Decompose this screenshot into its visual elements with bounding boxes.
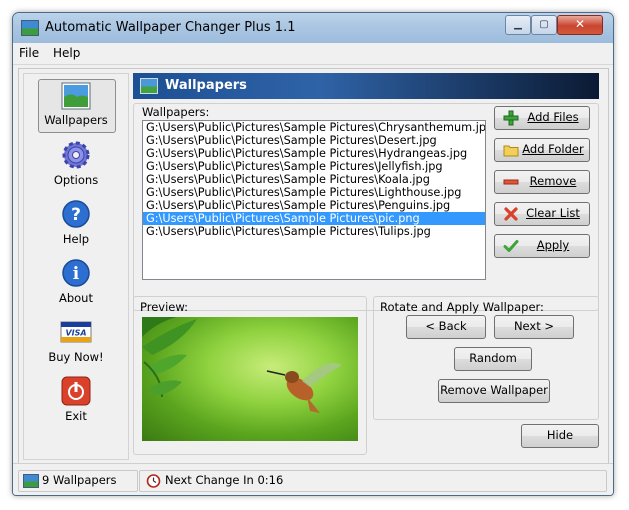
list-item[interactable]: G:\Users\Public\Pictures\Sample Pictures… — [143, 134, 485, 147]
sidebar-item-label: Help — [62, 232, 90, 246]
random-button[interactable]: Random — [454, 347, 532, 371]
svg-text:i: i — [73, 264, 80, 284]
wallpaper-preview-image — [142, 317, 358, 441]
help-icon: ? — [62, 200, 90, 228]
preview-group: Preview: — [133, 296, 367, 455]
menu-file[interactable]: File — [19, 46, 39, 60]
list-item[interactable]: G:\Users\Public\Pictures\Sample Pictures… — [143, 186, 485, 199]
clear-list-button[interactable]: Clear List — [494, 202, 590, 226]
remove-label: Remove — [529, 174, 577, 188]
clear-x-icon — [504, 207, 518, 221]
next-label: Next > — [513, 319, 555, 333]
add-folder-button[interactable]: Add Folder — [494, 138, 590, 162]
client-area: Wallpapers Options ? Help i About VISA B… — [18, 68, 609, 465]
landscape-icon — [140, 78, 158, 94]
next-button[interactable]: Next > — [494, 315, 574, 339]
random-label: Random — [469, 351, 517, 365]
hide-button[interactable]: Hide — [521, 424, 599, 448]
clock-icon — [146, 474, 161, 488]
status-timer-pane: Next Change In 0:16 — [139, 470, 607, 492]
remove-wallpaper-button[interactable]: Remove Wallpaper — [438, 379, 550, 403]
wallpapers-label: Wallpapers: — [142, 105, 210, 119]
sidebar-item-label: About — [58, 291, 93, 305]
checkmark-icon — [503, 240, 519, 252]
rotate-group: Rotate and Apply Wallpaper: < Back Next … — [373, 296, 599, 420]
list-item[interactable]: G:\Users\Public\Pictures\Sample Pictures… — [143, 121, 485, 134]
menu-help[interactable]: Help — [53, 46, 80, 60]
preview-label: Preview: — [140, 300, 189, 314]
list-item[interactable]: G:\Users\Public\Pictures\Sample Pictures… — [143, 147, 485, 160]
section-header: Wallpapers — [133, 73, 599, 99]
window-title: Automatic Wallpaper Changer Plus 1.1 — [45, 20, 296, 35]
sidebar-item-label: Exit — [65, 409, 87, 423]
app-icon — [21, 20, 39, 36]
remove-wallpaper-label: Remove Wallpaper — [440, 383, 548, 397]
list-item-selected[interactable]: G:\Users\Public\Pictures\Sample Pictures… — [143, 212, 485, 225]
maximize-button[interactable]: ▢ — [531, 15, 557, 35]
folder-icon — [503, 145, 519, 157]
add-files-button[interactable]: Add Files — [494, 106, 590, 130]
minimize-button[interactable]: ▁ — [505, 15, 531, 35]
wallpapers-group: Wallpapers: G:\Users\Public\Pictures\Sam… — [133, 103, 599, 311]
power-icon — [61, 376, 91, 406]
add-folder-label: Add Folder — [522, 142, 584, 156]
maximize-icon: ▢ — [539, 19, 549, 30]
sidebar-item-help[interactable]: ? Help — [24, 199, 128, 246]
sidebar-item-wallpapers[interactable]: Wallpapers — [24, 79, 128, 133]
minimize-icon: ▁ — [514, 19, 522, 30]
app-window: Automatic Wallpaper Changer Plus 1.1 ▁ ▢… — [12, 12, 614, 496]
close-button[interactable]: ✕ — [557, 15, 603, 35]
menu-bar: File Help — [13, 43, 613, 65]
sidebar-item-exit[interactable]: Exit — [24, 376, 128, 423]
sidebar: Wallpapers Options ? Help i About VISA B… — [23, 73, 129, 460]
list-item[interactable]: G:\Users\Public\Pictures\Sample Pictures… — [143, 225, 485, 238]
apply-label: Apply — [536, 238, 570, 252]
minus-icon — [503, 179, 519, 185]
back-button[interactable]: < Back — [406, 315, 486, 339]
status-count-pane: 9 Wallpapers — [18, 470, 138, 492]
sidebar-item-label: Wallpapers — [44, 113, 108, 127]
sidebar-item-buy-now[interactable]: VISA Buy Now! — [24, 317, 128, 364]
info-icon: i — [62, 259, 90, 287]
section-title: Wallpapers — [165, 78, 247, 93]
landscape-icon — [61, 82, 91, 110]
hide-label: Hide — [546, 428, 574, 442]
sidebar-item-label: Buy Now! — [48, 350, 104, 364]
svg-text:VISA: VISA — [65, 329, 86, 338]
apply-button[interactable]: Apply — [494, 234, 590, 258]
gear-icon — [62, 141, 90, 169]
landscape-icon — [23, 474, 39, 488]
next-change-text: Next Change In 0:16 — [165, 473, 284, 487]
wallpaper-list[interactable]: G:\Users\Public\Pictures\Sample Pictures… — [142, 120, 486, 280]
sidebar-item-about[interactable]: i About — [24, 258, 128, 305]
main-panel: Wallpapers Wallpapers: G:\Users\Public\P… — [133, 73, 603, 458]
list-item[interactable]: G:\Users\Public\Pictures\Sample Pictures… — [143, 173, 485, 186]
title-bar[interactable]: Automatic Wallpaper Changer Plus 1.1 ▁ ▢… — [13, 13, 613, 44]
sidebar-item-options[interactable]: Options — [24, 140, 128, 187]
list-item[interactable]: G:\Users\Public\Pictures\Sample Pictures… — [143, 199, 485, 212]
add-icon — [503, 110, 519, 126]
wallpaper-count: 9 Wallpapers — [42, 473, 117, 487]
sidebar-item-label: Options — [53, 173, 99, 187]
back-label: < Back — [425, 319, 467, 333]
add-files-label: Add Files — [527, 110, 579, 124]
hummingbird-image — [142, 317, 342, 413]
rotate-label: Rotate and Apply Wallpaper: — [380, 300, 544, 314]
list-item[interactable]: G:\Users\Public\Pictures\Sample Pictures… — [143, 160, 485, 173]
clear-list-label: Clear List — [526, 206, 580, 220]
svg-text:?: ? — [71, 205, 81, 225]
remove-button[interactable]: Remove — [494, 170, 590, 194]
status-bar: 9 Wallpapers Next Change In 0:16 — [13, 463, 613, 495]
close-icon: ✕ — [574, 17, 586, 31]
visa-card-icon: VISA — [60, 321, 92, 343]
